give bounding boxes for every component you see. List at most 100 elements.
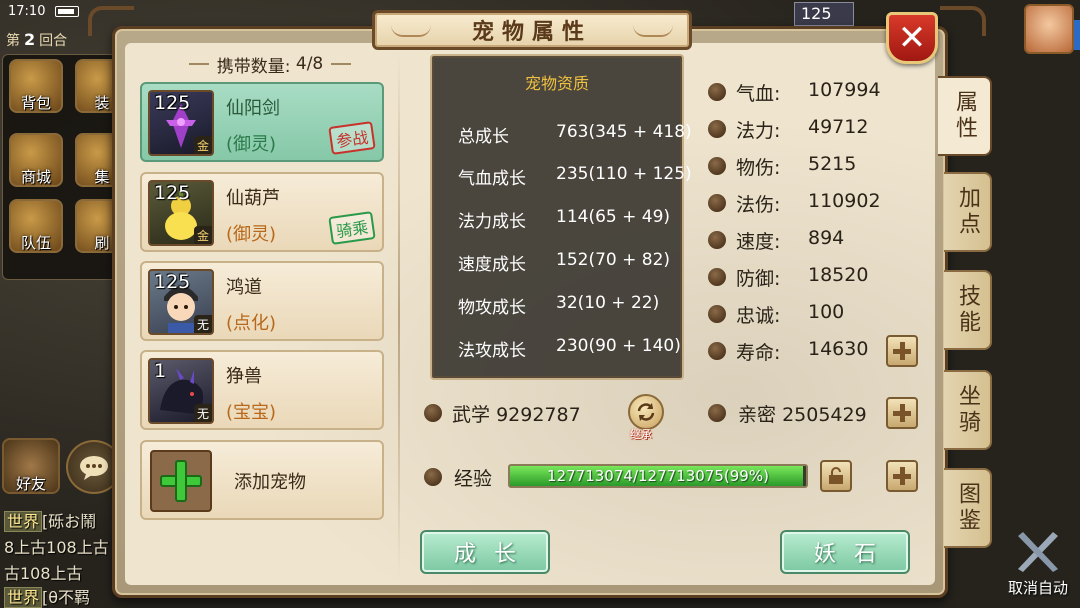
sword-icon: [708, 157, 726, 175]
aptitude-row: 总成长 763(345 + 418): [432, 122, 692, 147]
chat-text: [θ不羁: [42, 588, 91, 607]
lightning-icon: [708, 231, 726, 249]
pet-card[interactable]: 125 金 仙葫芦 (御灵) 骑乘: [140, 172, 384, 252]
chat-message[interactable]: 古108上古: [4, 560, 83, 584]
carry-label: 携带数量:: [216, 56, 291, 77]
pet-grade-badge: 金: [194, 136, 212, 154]
aptitude-value: 230(90 + 140): [556, 336, 681, 356]
round-number: 2: [24, 30, 36, 49]
stat-value: 894: [808, 227, 845, 249]
carry-value: 4/8: [295, 54, 324, 74]
chat-message[interactable]: 世界 [砾お鬧: [4, 508, 96, 532]
add-lifespan-button[interactable]: [886, 335, 918, 367]
bag-button[interactable]: 背包: [9, 59, 63, 113]
round-suffix: 回合: [39, 33, 68, 49]
aptitude-value: 32(10 + 22): [556, 293, 660, 313]
inherit-button[interactable]: [628, 394, 664, 430]
chat-icon: [80, 456, 108, 480]
add-pet-card[interactable]: 添加宠物: [140, 440, 384, 520]
pet-card[interactable]: 125 金 仙阳剑 (御灵) 参战: [140, 82, 384, 162]
pet-avatar-gourd: 125 金: [148, 180, 214, 246]
stat-value: 18520: [808, 264, 869, 286]
aptitude-label: 总成长: [458, 127, 509, 147]
battle-stamp: 参战: [328, 121, 376, 155]
chat-text: 8上古108上古: [4, 538, 109, 557]
aptitude-row: 气血成长 235(110 + 125): [432, 164, 692, 189]
add-exp-button[interactable]: [886, 460, 918, 492]
stat-value: 5215: [808, 153, 857, 175]
aptitude-value: 152(70 + 82): [556, 250, 671, 270]
stat-label: 寿命:: [736, 342, 781, 364]
title-swirl-ornament: [391, 25, 431, 37]
left-menu: 背包 装 商城 集 队伍 刷: [2, 54, 129, 280]
tab-attributes[interactable]: 属性: [938, 76, 992, 156]
add-intimacy-button[interactable]: [886, 397, 918, 429]
demon-stone-button[interactable]: 妖石: [780, 530, 910, 574]
pet-level: 125: [154, 92, 191, 114]
stat-magic-damage: 法伤: 110902: [706, 190, 886, 216]
tab-label: 属性: [952, 90, 977, 142]
tab-label: 加点: [955, 186, 980, 238]
grow-button[interactable]: 成长: [420, 530, 550, 574]
handshake-icon: [708, 305, 726, 323]
corner-ornament: [88, 6, 134, 36]
aptitude-row: 法攻成长 230(90 + 140): [432, 336, 686, 361]
team-label: 队伍: [20, 234, 51, 252]
shield-icon: [708, 268, 726, 286]
tab-skills[interactable]: 技能: [944, 270, 992, 350]
dialog-title-plate: 宠物属性: [372, 10, 692, 50]
tab-add-points[interactable]: 加点: [944, 172, 992, 252]
pet-card[interactable]: 1 无 狰兽 (宝宝): [140, 350, 384, 430]
team-button[interactable]: 队伍: [9, 199, 63, 253]
mana-drop-icon: [708, 120, 726, 138]
exp-lock-button[interactable]: [820, 460, 852, 492]
intimacy-row: 亲密 2505429: [738, 400, 867, 427]
tab-handbook[interactable]: 图鉴: [944, 468, 992, 548]
friends-label: 好友: [15, 475, 46, 493]
player-avatar[interactable]: [1024, 4, 1074, 54]
flame-icon: [708, 194, 726, 212]
stat-value: 107994: [808, 79, 881, 101]
aptitude-row: 速度成长 152(70 + 82): [432, 250, 686, 275]
battery-icon: [55, 6, 80, 17]
stat-mana: 法力: 49712: [706, 116, 886, 142]
stat-label: 防御:: [736, 268, 781, 290]
carry-count: 携带数量: 4/8: [170, 52, 370, 77]
pet-avatar-hongdao: 125 无: [148, 269, 214, 335]
aptitude-row: 法力成长 114(65 + 49): [432, 207, 686, 232]
round-prefix: 第: [6, 33, 20, 49]
divider: [188, 63, 209, 65]
stat-label: 物伤:: [736, 157, 781, 179]
close-button[interactable]: ✕: [886, 12, 938, 64]
riding-stamp: 骑乘: [328, 211, 376, 245]
intimacy-icon: [708, 404, 726, 422]
exp-label: 经验: [454, 468, 493, 490]
add-pet-plus-icon: [150, 450, 212, 512]
pet-grade-badge: 金: [194, 226, 212, 244]
stat-defense: 防御: 18520: [706, 264, 886, 290]
chat-message[interactable]: 8上古108上古: [4, 534, 109, 558]
tab-mount[interactable]: 坐骑: [944, 370, 992, 450]
auto-battle-button[interactable]: 取消自动: [998, 520, 1078, 600]
stat-label: 法力:: [736, 120, 781, 142]
status-bar: 17:10: [8, 4, 80, 19]
chat-message[interactable]: 世界 [θ不羁: [4, 584, 90, 608]
stat-lifespan: 寿命: 14630: [706, 338, 886, 364]
add-pet-label: 添加宠物: [234, 472, 306, 493]
experience-text: 127713074/127713075(99%): [547, 467, 769, 485]
bag-label: 背包: [20, 94, 51, 112]
pet-card[interactable]: 125 无 鸿道 (点化): [140, 261, 384, 341]
intimacy-value: 2505429: [782, 404, 867, 426]
aptitude-value: 763(345 + 418): [556, 122, 692, 142]
round-indicator: 第 2 回合: [6, 30, 67, 50]
stat-label: 忠诚:: [736, 305, 781, 327]
martial-label: 武学: [452, 404, 491, 426]
pet-level: 125: [154, 182, 191, 204]
stat-label: 气血:: [736, 83, 781, 105]
shop-button[interactable]: 商城: [9, 133, 63, 187]
pet-type: (御灵): [226, 224, 277, 245]
pet-avatar-zhengshou: 1 无: [148, 358, 214, 424]
auto-battle-label: 取消自动: [1007, 579, 1068, 597]
tab-label: 坐骑: [955, 384, 980, 436]
friends-button[interactable]: 好友: [2, 438, 60, 494]
